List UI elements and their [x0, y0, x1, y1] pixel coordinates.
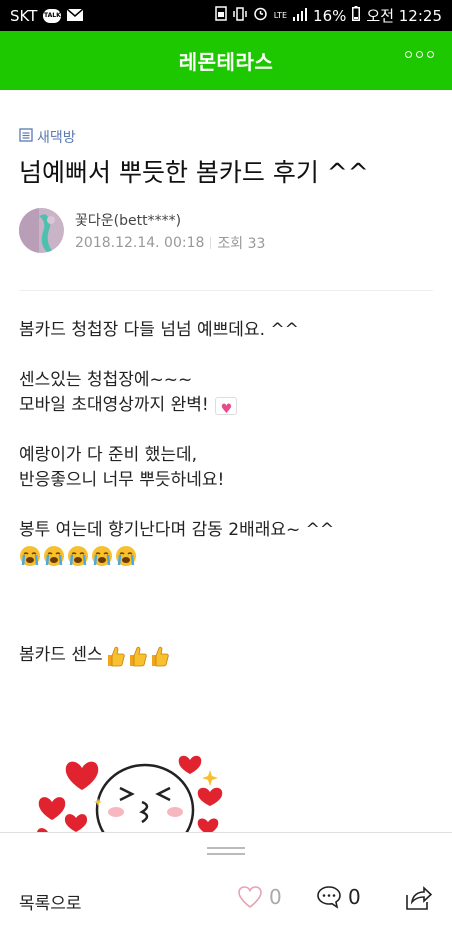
bottom-action-bar: 목록으로 0 0: [0, 832, 452, 930]
status-bar: SKT TALK LTE 16% 오전 12:25: [0, 0, 452, 31]
header-divider: [19, 290, 433, 291]
body-line: 모바일 초대영상까지 완벽!: [19, 393, 334, 422]
comment-button[interactable]: 0: [316, 885, 361, 909]
share-button[interactable]: [404, 885, 433, 915]
network-type-label: LTE: [273, 10, 288, 20]
body-line: 예랑이가 다 준비 했는데,: [19, 445, 198, 465]
signal-icon: [293, 7, 308, 25]
post-body: 봄카드 청첩장 다들 넘넘 예쁘데요. ^^ 센스있는 청첩장에~~~ 모바일 …: [19, 318, 334, 668]
comment-count: 0: [348, 885, 361, 909]
crying-face-icon: [44, 545, 64, 566]
crying-face-icon: [92, 545, 112, 566]
carrier-label: SKT: [10, 6, 38, 25]
crying-face-icon: [20, 545, 40, 566]
clock: 오전 12:25: [366, 7, 442, 25]
heart-icon: [238, 886, 262, 908]
author-avatar[interactable]: [19, 208, 64, 253]
crying-face-icon: [68, 545, 88, 566]
body-line: 봉투 여는데 향기난다며 감동 2배래요~ ^^: [19, 520, 335, 540]
thumbs-up-icon: [107, 646, 125, 666]
post-content: 새댁방 넘예뻐서 뿌듯한 봄카드 후기 ^^ 꽃다운(bett****) 201…: [0, 90, 452, 832]
board-name: 새댁방: [37, 130, 76, 146]
board-list-icon: [19, 128, 33, 146]
body-line: 봄카드 센스: [19, 643, 334, 668]
body-line-text: 봄카드 센스: [19, 645, 103, 665]
kiss-sticker-image: [37, 755, 223, 832]
author-name[interactable]: 꽃다운(bett****): [75, 210, 181, 230]
sim-icon: [215, 6, 227, 25]
body-line-text: 모바일 초대영상까지 완벽!: [19, 395, 209, 415]
battery-icon: [352, 6, 361, 25]
alarm-icon: [253, 6, 268, 25]
mail-icon: [66, 7, 84, 25]
crying-face-icon: [116, 545, 136, 566]
like-button[interactable]: 0: [237, 885, 282, 909]
meta-separator: [210, 237, 212, 249]
app-bar: 레몬테라스: [0, 31, 452, 90]
back-to-list-button[interactable]: 목록으로: [19, 889, 82, 914]
comment-bubble-icon: [317, 886, 341, 909]
kakaotalk-icon: TALK: [43, 8, 62, 23]
thumbs-up-icon: [129, 646, 147, 666]
body-line: 봄카드 청첩장 다들 넘넘 예쁘데요. ^^: [19, 320, 299, 340]
more-dots-icon[interactable]: [405, 51, 434, 58]
post-date: 2018.12.14. 00:18: [75, 235, 205, 251]
like-count: 0: [269, 885, 282, 909]
body-line: 반응좋으니 너무 뿌듯하네요!: [19, 470, 225, 490]
crying-emoji-row: [19, 543, 334, 568]
love-letter-emoji-icon: [214, 396, 237, 422]
cafe-title: 레몬테라스: [178, 50, 274, 74]
vibrate-icon: [233, 6, 247, 25]
post-meta: 2018.12.14. 00:18 조회 33: [75, 233, 265, 253]
view-count: 조회 33: [217, 236, 266, 252]
post-title: 넘예뻐서 뿌듯한 봄카드 후기 ^^: [19, 158, 369, 187]
body-line: 센스있는 청첩장에~~~: [19, 370, 193, 390]
thumbs-up-icon: [151, 646, 169, 666]
board-link[interactable]: 새댁방: [19, 127, 76, 147]
battery-percent: 16%: [313, 6, 347, 25]
share-icon: [406, 886, 433, 910]
drag-handle[interactable]: [207, 847, 245, 859]
